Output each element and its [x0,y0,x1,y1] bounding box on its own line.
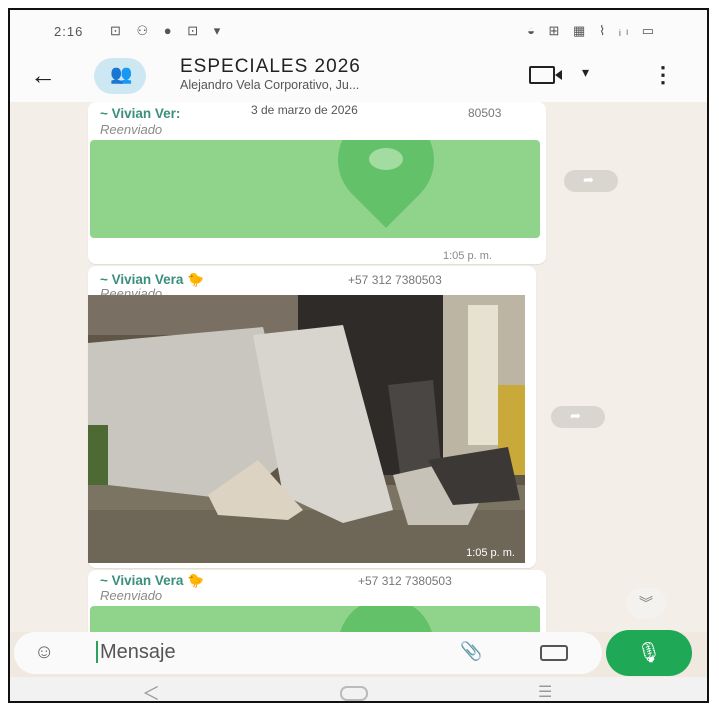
message-composer: ☺ Mensaje 📎 [14,632,602,674]
system-nav-bar: ＜ ☰ [10,677,707,701]
message-sender[interactable]: ~ Vivian Ver: [100,106,180,121]
image-attachment[interactable]: 1:05 p. m. [88,295,525,563]
message-sender[interactable]: ~ Vivian Vera 🐤 [100,573,204,589]
clock: 2:16 [54,24,84,39]
location-preview[interactable] [90,140,540,238]
group-participants[interactable]: Alejandro Vela Corporativo, Ju... [180,78,359,92]
status-bar: 2:16 ⊡ ⚇ ● ⊡ ▾ ◒ ⊞ ▦ ⌇ ᵢₗ ▭ [10,10,707,50]
share-icon[interactable] [551,406,605,428]
sender-phone: 80503 [468,106,502,120]
sender-phone: +57 312 7380503 [348,273,442,287]
chat-header: ← 👥 ESPECIALES 2026 Alejandro Vela Corpo… [10,50,707,102]
more-vertical-icon[interactable]: ⋮ [652,62,674,88]
forwarded-label: Reenviado [100,588,163,603]
date-divider: 3 de marzo de 2026 [251,103,358,117]
scroll-down-icon[interactable]: ︾ [626,588,666,618]
chevron-down-icon[interactable]: ▾ [582,64,589,81]
pin-center [369,148,403,170]
attach-icon[interactable]: 📎 [460,641,482,662]
forwarded-label: Reenviado [100,122,163,137]
notification-icons: ⊡ ⚇ ● ⊡ ▾ [110,23,227,38]
nav-back-icon[interactable]: ＜ [142,680,160,701]
group-title[interactable]: ESPECIALES 2026 [180,56,361,78]
sender-phone: +57 312 7380503 [358,574,452,588]
camera-icon[interactable] [540,645,568,661]
system-icons: ◒ ⊞ ▦ ⌇ ᵢₗ ▭ [527,23,659,38]
share-icon[interactable] [564,170,618,192]
nav-home-icon[interactable] [340,686,368,701]
message-time: 1:05 p. m. [466,547,515,559]
emoji-icon[interactable]: ☺ [34,641,54,664]
mic-icon[interactable]: 🎙 [606,630,692,676]
nav-recents-icon[interactable]: ☰ [538,682,552,701]
text-caret [96,641,98,663]
group-icon: 👥 [110,64,133,84]
video-call-icon[interactable] [529,66,555,84]
phone-screen: 2:16 ⊡ ⚇ ● ⊡ ▾ ◒ ⊞ ▦ ⌇ ᵢₗ ▭ ← 👥 ESPECIAL… [8,8,709,703]
message-input[interactable]: Mensaje [100,641,176,664]
group-avatar[interactable]: 👥 [94,58,146,94]
photo-content [88,295,525,563]
message-time: 1:05 p. m. [443,250,492,262]
arrow-left-icon[interactable]: ← [30,60,56,91]
